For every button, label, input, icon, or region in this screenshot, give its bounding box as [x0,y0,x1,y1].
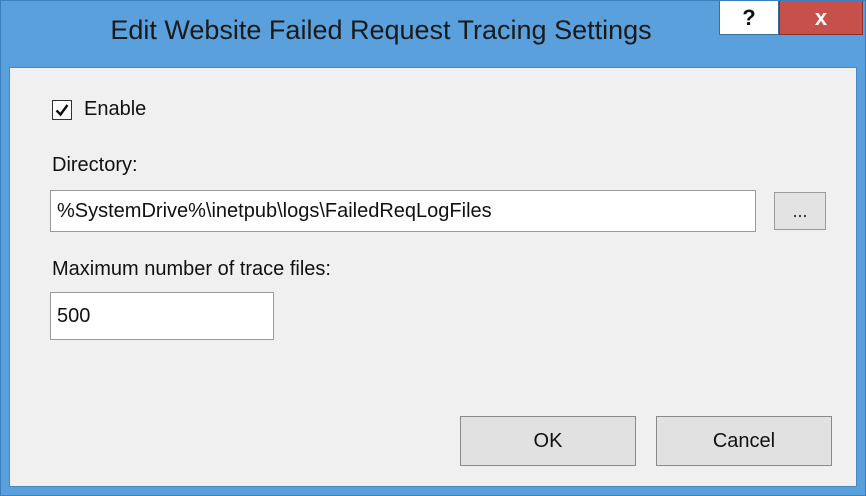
directory-label: Directory: [52,154,138,176]
directory-input[interactable]: %SystemDrive%\inetpub\logs\FailedReqLogF… [50,190,756,232]
close-button[interactable]: x [779,1,863,35]
enable-label: Enable [84,98,147,120]
title-bar[interactable]: Edit Website Failed Request Tracing Sett… [1,1,865,67]
browse-button[interactable]: ... [774,192,826,230]
checkmark-icon [55,103,69,116]
enable-checkbox[interactable] [52,99,72,120]
dialog-content: Enable Directory: %SystemDrive%\inetpub\… [9,67,857,487]
max-trace-files-label: Maximum number of trace files: [52,258,331,280]
help-button[interactable]: ? [719,1,779,35]
window-title: Edit Website Failed Request Tracing Sett… [110,15,652,45]
dialog-window: Edit Website Failed Request Tracing Sett… [0,0,866,496]
ok-button[interactable]: OK [460,416,636,466]
max-trace-files-input[interactable]: 500 [50,292,274,340]
enable-checkbox-row[interactable]: Enable [52,98,146,121]
cancel-button[interactable]: Cancel [656,416,832,466]
